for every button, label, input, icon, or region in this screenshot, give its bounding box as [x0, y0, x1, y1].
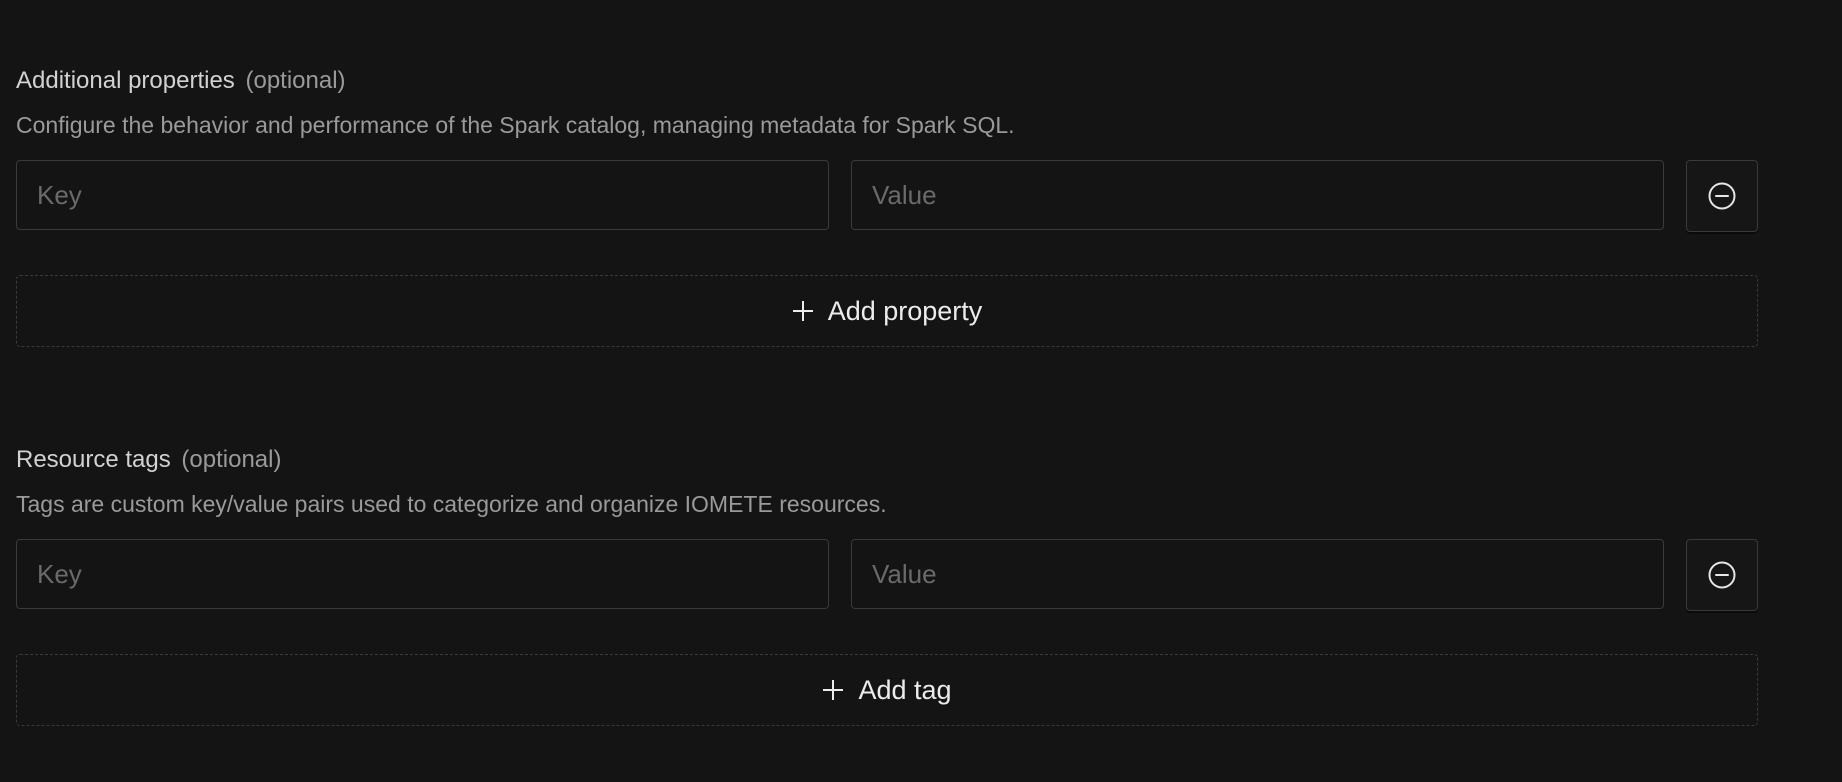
property-value-input[interactable] [851, 160, 1664, 230]
remove-property-button[interactable] [1686, 160, 1758, 232]
resource-tags-title: Resource tags [16, 446, 171, 473]
plus-icon [792, 300, 814, 322]
remove-tag-button[interactable] [1686, 539, 1758, 611]
plus-icon [822, 679, 844, 701]
resource-tags-description: Tags are custom key/value pairs used to … [16, 491, 887, 517]
additional-properties-section: Additional properties (optional) Configu… [16, 64, 1758, 347]
add-tag-button[interactable]: Add tag [16, 654, 1758, 726]
minus-circle-icon [1708, 182, 1736, 210]
tag-value-input[interactable] [851, 539, 1664, 609]
optional-tag: (optional) [181, 446, 282, 473]
minus-circle-icon [1708, 561, 1736, 589]
add-property-button[interactable]: Add property [16, 275, 1758, 347]
additional-properties-title: Additional properties [16, 67, 235, 94]
tag-row [16, 539, 1758, 611]
tag-key-input[interactable] [16, 539, 829, 609]
property-row [16, 160, 1758, 232]
additional-properties-description: Configure the behavior and performance o… [16, 112, 1015, 138]
optional-tag: (optional) [245, 67, 346, 94]
additional-properties-label: Additional properties (optional) [16, 64, 1758, 98]
resource-tags-label: Resource tags (optional) [16, 443, 1758, 477]
add-property-label: Add property [827, 295, 983, 326]
add-tag-label: Add tag [858, 674, 952, 705]
resource-tags-section: Resource tags (optional) Tags are custom… [16, 443, 1758, 726]
property-key-input[interactable] [16, 160, 829, 230]
